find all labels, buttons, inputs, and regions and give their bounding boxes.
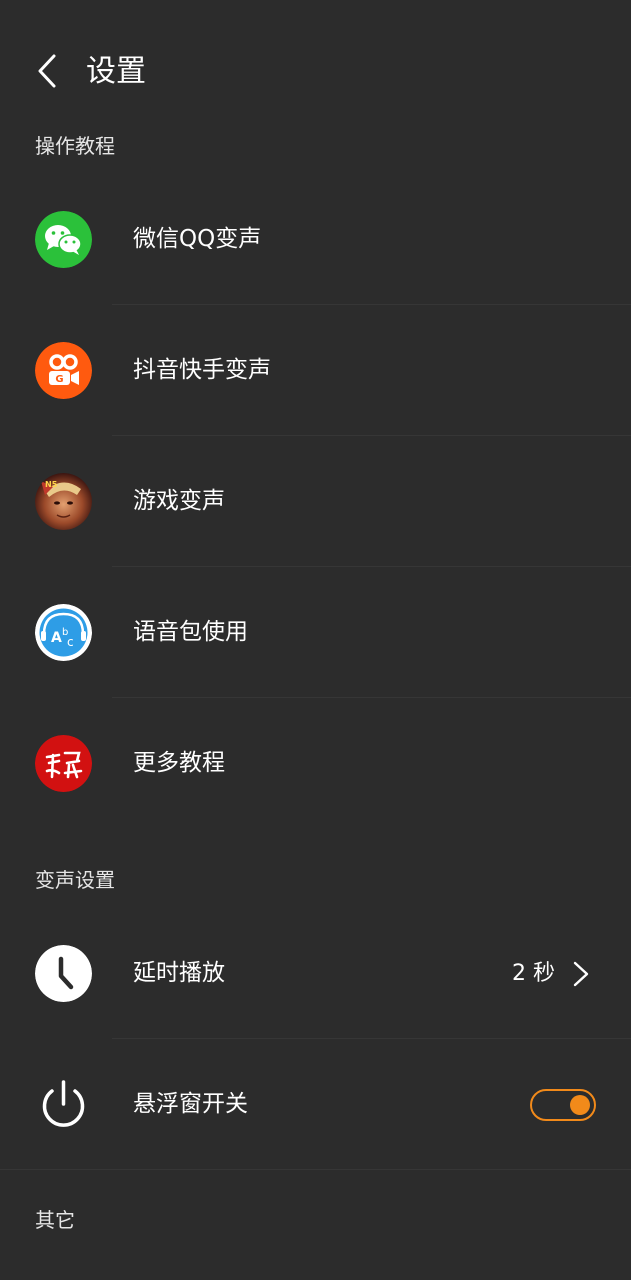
- study-icon: [35, 735, 92, 792]
- tutorial-label: 游戏变声: [133, 488, 225, 514]
- game-avatar-icon: N5: [35, 473, 92, 530]
- tutorial-item-more[interactable]: 更多教程: [0, 698, 631, 829]
- kuaishou-icon: G: [35, 342, 92, 399]
- chevron-left-icon: [38, 54, 56, 88]
- chevron-right-icon: [573, 961, 589, 987]
- setting-label: 悬浮窗开关: [133, 1091, 248, 1117]
- back-button[interactable]: [28, 48, 68, 94]
- page-title: 设置: [86, 54, 146, 89]
- floating-window-toggle[interactable]: [530, 1089, 596, 1121]
- svg-text:G: G: [55, 374, 63, 385]
- power-icon: [35, 1076, 92, 1133]
- tutorial-label: 抖音快手变声: [133, 357, 271, 383]
- svg-text:N5: N5: [45, 480, 58, 489]
- section-label-tutorials: 操作教程: [35, 134, 115, 158]
- tutorial-label: 更多教程: [133, 750, 225, 776]
- tutorial-item-game[interactable]: N5 游戏变声: [0, 436, 631, 567]
- section-label-other: 其它: [35, 1208, 75, 1232]
- svg-text:A: A: [51, 630, 62, 646]
- tutorial-item-douyin-kuaishou[interactable]: G 抖音快手变声: [0, 305, 631, 436]
- toggle-knob: [570, 1095, 590, 1115]
- settings-page: 设置 操作教程 微信QQ变声 G 抖音快手变声 N5 游戏变声 A b c 语音…: [0, 0, 631, 1280]
- wechat-icon: [35, 211, 92, 268]
- tutorial-item-voice-pack[interactable]: A b c 语音包使用: [0, 567, 631, 698]
- tutorial-item-wechat-qq[interactable]: 微信QQ变声: [0, 174, 631, 305]
- tutorial-label: 微信QQ变声: [133, 226, 262, 252]
- divider: [0, 1169, 631, 1170]
- setting-delay-playback[interactable]: 延时播放 2 秒: [0, 908, 631, 1039]
- delay-value: 2 秒: [512, 961, 555, 986]
- setting-label: 延时播放: [133, 960, 225, 986]
- section-label-voice-settings: 变声设置: [35, 868, 115, 892]
- setting-floating-window: 悬浮窗开关: [0, 1039, 631, 1170]
- tutorial-label: 语音包使用: [133, 619, 248, 645]
- clock-icon: [35, 945, 92, 1002]
- abc-headphones-icon: A b c: [35, 604, 92, 661]
- header: 设置: [0, 0, 631, 140]
- svg-text:c: c: [67, 635, 74, 649]
